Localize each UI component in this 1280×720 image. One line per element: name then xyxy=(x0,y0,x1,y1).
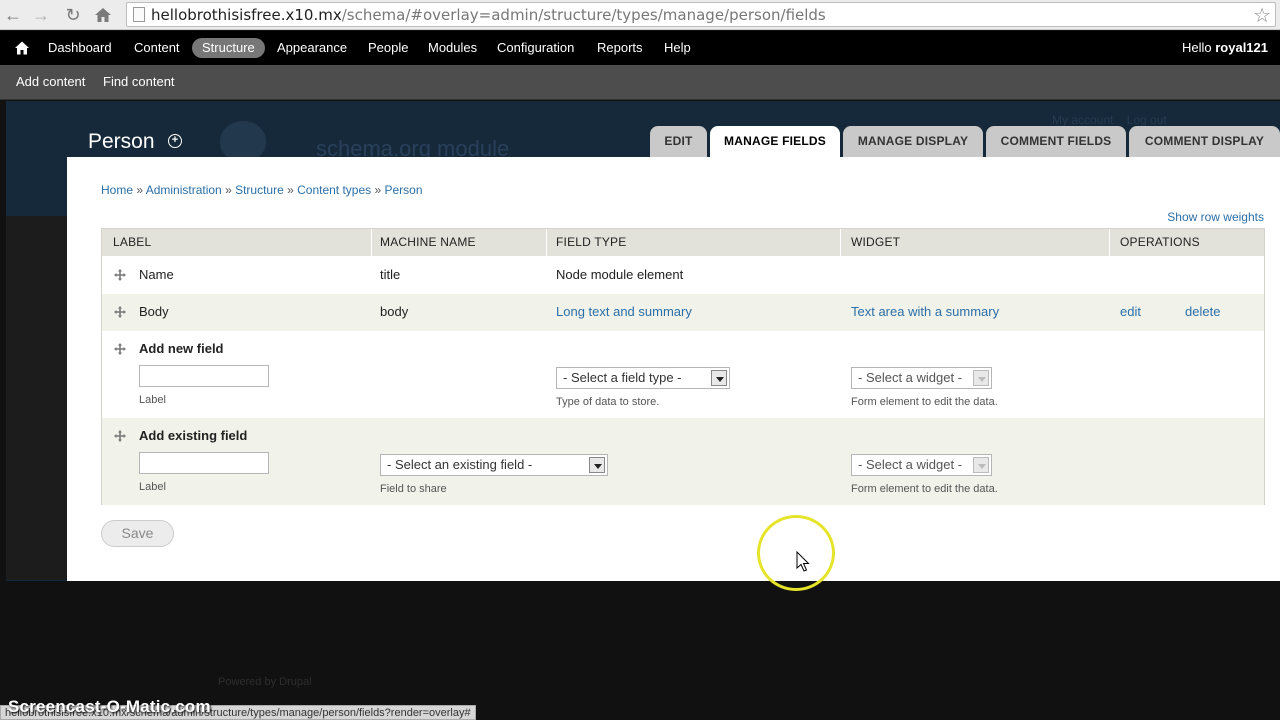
delete-link[interactable]: delete xyxy=(1185,304,1220,319)
toolbar-dashboard[interactable]: Dashboard xyxy=(48,40,112,55)
drupal-logo-icon xyxy=(220,121,266,161)
browser-address-bar: ← → ↻ hellobrothisisfree.x10.mx/schema/#… xyxy=(0,0,1280,30)
show-row-weights-link[interactable]: Show row weights xyxy=(1167,210,1264,224)
header-field-type: FIELD TYPE xyxy=(556,235,627,249)
existing-widget-desc: Form element to edit the data. xyxy=(851,483,998,495)
toolbar-home-icon[interactable] xyxy=(14,40,30,56)
new-field-label-input[interactable] xyxy=(139,365,269,387)
header-machine-name: MACHINE NAME xyxy=(380,235,476,249)
add-existing-field-row: Add existing field Label - Select an exi… xyxy=(102,418,1264,505)
existing-field-select[interactable]: - Select an existing field - xyxy=(380,454,608,476)
toolbar-content[interactable]: Content xyxy=(134,40,180,55)
toolbar-people[interactable]: People xyxy=(368,40,408,55)
reload-icon[interactable]: ↻ xyxy=(62,4,84,26)
new-field-label-desc: Label xyxy=(139,394,166,406)
row-machine-name: title xyxy=(380,267,401,282)
table-header: LABEL MACHINE NAME FIELD TYPE WIDGET OPE… xyxy=(102,229,1264,256)
recording-watermark: Screencast-O-Matic.com xyxy=(8,697,211,716)
chevron-down-icon xyxy=(973,457,989,473)
tab-edit[interactable]: EDIT xyxy=(650,126,707,157)
toolbar-reports[interactable]: Reports xyxy=(597,40,643,55)
bookmark-star-icon[interactable]: ☆ xyxy=(1253,3,1271,28)
header-operations: OPERATIONS xyxy=(1120,235,1200,249)
breadcrumb-structure[interactable]: Structure xyxy=(235,183,284,197)
row-label: Name xyxy=(139,267,174,282)
new-widget-select[interactable]: - Select a widget - xyxy=(851,367,992,389)
shortcut-bar: Add content Find content xyxy=(0,65,1280,100)
widget-link[interactable]: Text area with a summary xyxy=(851,304,999,319)
drag-handle-icon[interactable] xyxy=(114,430,126,442)
forward-arrow-icon[interactable]: → xyxy=(30,4,52,26)
tab-manage-display[interactable]: MANAGE DISPLAY xyxy=(843,126,983,157)
url-field[interactable]: hellobrothisisfree.x10.mx/schema/#overla… xyxy=(126,2,1276,27)
background-site-sidebar xyxy=(6,216,68,580)
header-label: LABEL xyxy=(113,235,152,249)
tab-comment-fields[interactable]: COMMENT FIELDS xyxy=(986,126,1126,157)
toolbar-structure[interactable]: Structure xyxy=(192,38,265,58)
new-widget-desc: Form element to edit the data. xyxy=(851,396,998,408)
chevron-down-icon xyxy=(711,370,727,386)
header-widget: WIDGET xyxy=(851,235,901,249)
tab-manage-fields[interactable]: MANAGE FIELDS xyxy=(710,126,840,157)
existing-field-desc: Field to share xyxy=(380,483,447,495)
back-arrow-icon[interactable]: ← xyxy=(2,4,24,26)
powered-by-text: Powered by Drupal xyxy=(218,676,312,688)
breadcrumb-administration[interactable]: Administration xyxy=(146,183,222,197)
field-type-desc: Type of data to store. xyxy=(556,396,660,408)
breadcrumb: Home » Administration » Structure » Cont… xyxy=(101,183,423,197)
shortcut-find-content[interactable]: Find content xyxy=(103,74,175,89)
toolbar-configuration[interactable]: Configuration xyxy=(497,40,574,55)
page-title: Person xyxy=(88,130,155,153)
row-field-type: Node module element xyxy=(556,267,684,282)
field-type-select[interactable]: - Select a field type - xyxy=(556,367,730,389)
drag-handle-icon[interactable] xyxy=(114,343,126,355)
chevron-down-icon xyxy=(973,370,989,386)
admin-toolbar: Dashboard Content Structure Appearance P… xyxy=(0,31,1280,65)
mouse-pointer-icon xyxy=(796,551,810,572)
add-existing-field-title: Add existing field xyxy=(139,428,248,443)
shortcut-add-content[interactable]: Add content xyxy=(16,74,85,89)
drag-handle-icon[interactable] xyxy=(114,306,126,318)
url-text: hellobrothisisfree.x10.mx/schema/#overla… xyxy=(151,6,826,24)
field-type-link[interactable]: Long text and summary xyxy=(556,304,692,319)
edit-link[interactable]: edit xyxy=(1120,304,1141,319)
existing-field-label-input[interactable] xyxy=(139,452,269,474)
drag-handle-icon[interactable] xyxy=(114,269,126,281)
user-greeting[interactable]: Hello royal121 xyxy=(1182,40,1268,55)
fields-table: LABEL MACHINE NAME FIELD TYPE WIDGET OPE… xyxy=(101,228,1265,505)
breadcrumb-home[interactable]: Home xyxy=(101,183,133,197)
header-divider xyxy=(546,229,547,256)
existing-field-label-desc: Label xyxy=(139,481,166,493)
background-user-links: My account Log out xyxy=(1052,113,1167,127)
row-machine-name: body xyxy=(380,304,409,319)
header-divider xyxy=(1109,229,1110,256)
table-row: Body body Long text and summary Text are… xyxy=(102,294,1264,331)
home-page-icon[interactable] xyxy=(92,4,114,26)
page-icon xyxy=(133,7,145,22)
toolbar-modules[interactable]: Modules xyxy=(428,40,477,55)
breadcrumb-person[interactable]: Person xyxy=(385,183,423,197)
add-new-field-row: Add new field Label - Select a field typ… xyxy=(102,331,1264,418)
save-button[interactable]: Save xyxy=(101,520,174,547)
header-divider xyxy=(371,229,372,256)
add-new-field-title: Add new field xyxy=(139,341,224,356)
add-shortcut-plus-icon[interactable]: + xyxy=(168,134,182,148)
toolbar-help[interactable]: Help xyxy=(664,40,691,55)
breadcrumb-content-types[interactable]: Content types xyxy=(297,183,371,197)
header-divider xyxy=(840,229,841,256)
chevron-down-icon xyxy=(589,457,605,473)
toolbar-appearance[interactable]: Appearance xyxy=(277,40,347,55)
row-label: Body xyxy=(139,304,169,319)
table-row: Name title Node module element xyxy=(102,256,1264,294)
existing-widget-select[interactable]: - Select a widget - xyxy=(851,454,992,476)
tab-comment-display[interactable]: COMMENT DISPLAY xyxy=(1129,126,1280,157)
